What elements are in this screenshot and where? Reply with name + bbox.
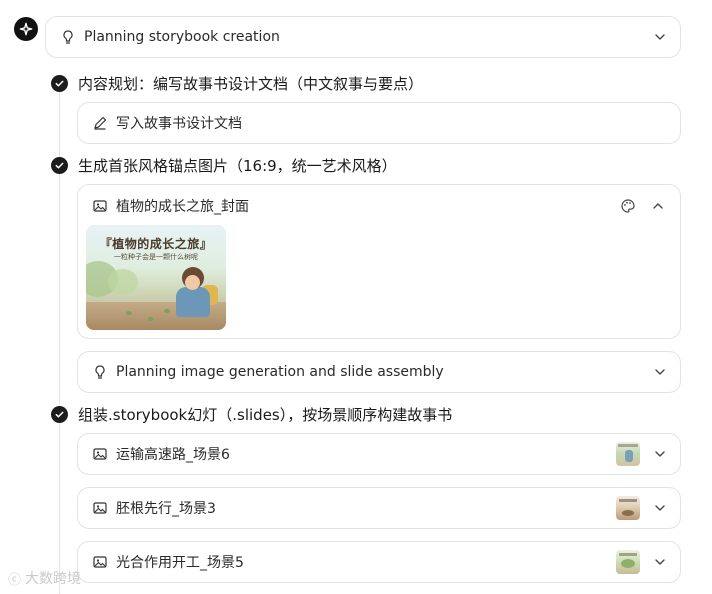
scene-thumbnail[interactable] <box>616 442 640 466</box>
chevron-down-icon[interactable] <box>652 500 668 516</box>
lightbulb-icon <box>92 364 108 380</box>
image-icon <box>92 198 108 214</box>
step-1-label: 内容规划：编写故事书设计文档（中文叙事与要点） <box>78 75 424 93</box>
chevron-down-icon[interactable] <box>652 446 668 462</box>
scene-thumbnail[interactable] <box>616 496 640 520</box>
planning-storybook-label: Planning storybook creation <box>84 29 280 45</box>
scene-image-card[interactable]: 胚根先行_场景3 <box>77 487 681 529</box>
step-3-label: 组装.storybook幻灯（.slides），按场景顺序构建故事书 <box>78 406 453 424</box>
app-logo-icon <box>14 17 38 41</box>
scene-image-title: 运输高速路_场景6 <box>116 447 230 463</box>
step-2: 生成首张风格锚点图片（16:9，统一艺术风格） <box>51 155 397 176</box>
planning-image-generation-label: Planning image generation and slide asse… <box>116 364 444 380</box>
cover-image-subtitle-text: 一粒种子会是一颗什么树呢 <box>114 253 198 261</box>
watermark: ⓒ 大数跨境 <box>8 568 81 588</box>
scene-image-card[interactable]: 运输高速路_场景6 <box>77 433 681 475</box>
scene-image-title: 胚根先行_场景3 <box>116 501 216 517</box>
step-2-label: 生成首张风格锚点图片（16:9，统一艺术风格） <box>78 157 397 175</box>
cover-image-title-text: 『植物的成长之旅』 <box>99 237 213 251</box>
planning-storybook-card[interactable]: Planning storybook creation <box>45 16 681 58</box>
cover-image-title: 植物的成长之旅_封面 <box>116 199 249 215</box>
write-doc-action[interactable]: 写入故事书设计文档 <box>77 102 681 144</box>
image-icon <box>92 554 108 570</box>
scene-image-title: 光合作用开工_场景5 <box>116 555 244 571</box>
palette-icon[interactable] <box>620 198 636 214</box>
image-icon <box>92 500 108 516</box>
check-icon <box>51 406 68 423</box>
check-icon <box>51 75 68 92</box>
watermark-text: 大数跨境 <box>25 571 82 587</box>
cover-image-preview[interactable]: 『植物的成长之旅』 一粒种子会是一颗什么树呢 <box>86 225 226 330</box>
scene-image-card[interactable]: 光合作用开工_场景5 <box>77 541 681 583</box>
planning-image-generation-card[interactable]: Planning image generation and slide asse… <box>77 351 681 393</box>
chevron-down-icon[interactable] <box>652 29 668 45</box>
write-doc-label: 写入故事书设计文档 <box>116 116 242 132</box>
scene-thumbnail[interactable] <box>616 550 640 574</box>
watermark-logo-icon: ⓒ <box>8 572 22 588</box>
step-1: 内容规划：编写故事书设计文档（中文叙事与要点） <box>51 73 423 94</box>
chevron-down-icon[interactable] <box>652 554 668 570</box>
chevron-up-icon[interactable] <box>650 198 666 214</box>
chevron-down-icon[interactable] <box>652 364 668 380</box>
check-icon <box>51 157 68 174</box>
pencil-icon <box>92 115 108 131</box>
image-icon <box>92 446 108 462</box>
step-3: 组装.storybook幻灯（.slides），按场景顺序构建故事书 <box>51 404 452 425</box>
lightbulb-icon <box>60 29 76 45</box>
